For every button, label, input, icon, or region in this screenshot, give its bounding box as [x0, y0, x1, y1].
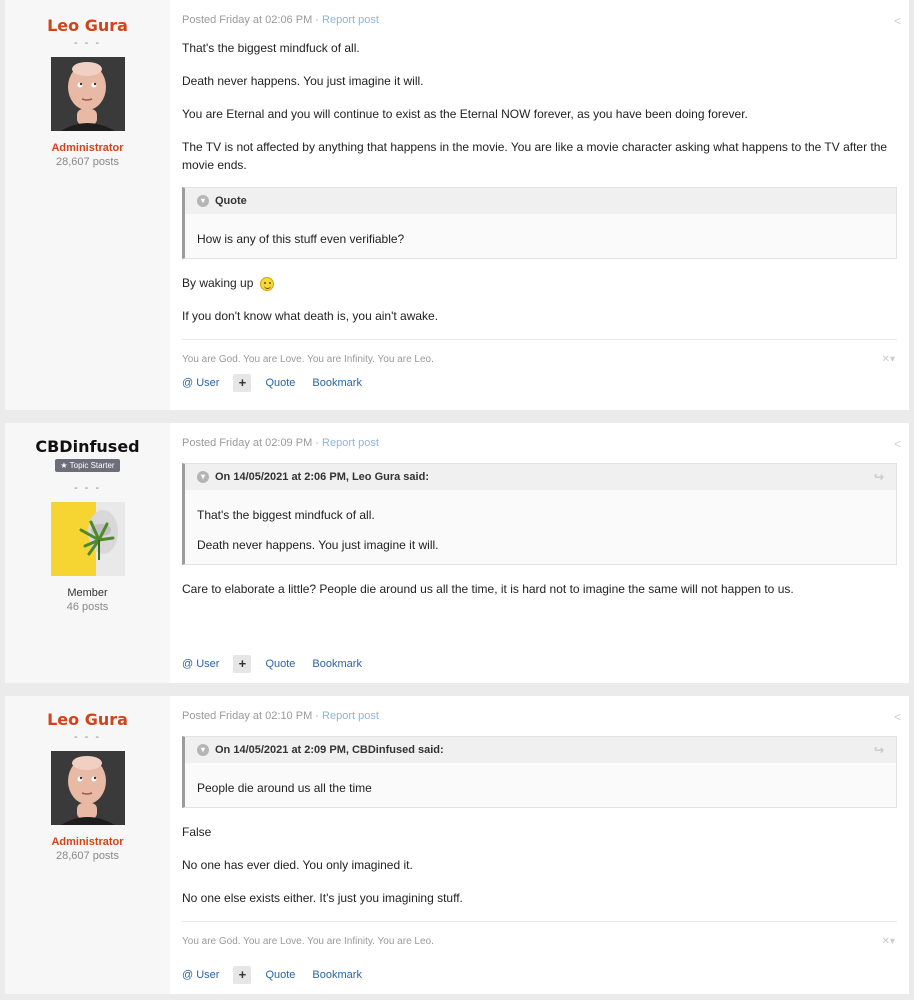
post-body: Posted Friday at 02:06 PM · Report post …: [170, 0, 909, 410]
quote-paragraph: People die around us all the time: [197, 781, 372, 795]
post-paragraph: If you don't know what death is, you ain…: [182, 309, 439, 323]
meta-separator: ·: [312, 437, 323, 449]
share-icon[interactable]: <: [894, 14, 901, 28]
post-meta: Posted Friday at 02:06 PM · Report post: [182, 14, 897, 26]
post-count: 46 posts: [66, 601, 109, 613]
quote-citation: On 14/05/2021 at 2:09 PM, CBDinfused sai…: [215, 744, 444, 756]
avatar[interactable]: [50, 751, 125, 825]
post-paragraph: Death never happens. You just imagine it…: [182, 74, 424, 88]
member-group: Member: [67, 587, 108, 599]
post-date[interactable]: Posted Friday at 02:06 PM: [182, 14, 312, 26]
author-name[interactable]: CBDinfused: [5, 437, 170, 456]
post-date[interactable]: Posted Friday at 02:09 PM: [182, 437, 312, 449]
quote-header[interactable]: ▾ On 14/05/2021 at 2:09 PM, CBDinfused s…: [185, 737, 896, 763]
post-paragraph: The TV is not affected by anything that …: [182, 140, 888, 172]
share-icon[interactable]: <: [894, 437, 901, 451]
post-date[interactable]: Posted Friday at 02:10 PM: [182, 710, 312, 722]
author-panel: CBDinfused ★ Topic Starter - - - Member …: [5, 423, 170, 683]
signature-text: You are God. You are Love. You are Infin…: [182, 936, 434, 947]
mention-user-button[interactable]: @ User: [182, 658, 219, 670]
quote-content: How is any of this stuff even verifiable…: [185, 214, 896, 258]
quote-button[interactable]: Quote: [265, 377, 295, 389]
topic-starter-badge: ★ Topic Starter: [55, 459, 120, 472]
bookmark-button[interactable]: Bookmark: [312, 377, 362, 389]
smiley-emoji-icon: [259, 276, 274, 291]
quote-citation: Quote: [215, 195, 247, 207]
reply-arrow-icon[interactable]: ↪: [874, 470, 884, 484]
multiquote-button[interactable]: +: [233, 966, 252, 984]
post-paragraph: False: [182, 825, 212, 839]
quote-content: That's the biggest mindfuck of all. Deat…: [185, 490, 896, 564]
signature: You are God. You are Love. You are Infin…: [182, 339, 897, 365]
post-actions: @ User + Quote Bookmark: [182, 655, 379, 673]
quote-button[interactable]: Quote: [265, 969, 295, 981]
post-paragraph: You are Eternal and you will continue to…: [182, 107, 748, 121]
mention-user-button[interactable]: @ User: [182, 969, 219, 981]
avatar[interactable]: [50, 502, 125, 576]
member-title: - - -: [73, 482, 102, 494]
quote-block: ▾ Quote How is any of this stuff even ve…: [182, 187, 897, 259]
quote-button[interactable]: Quote: [265, 658, 295, 670]
report-post-link[interactable]: Report post: [322, 14, 379, 26]
post-2: CBDinfused ★ Topic Starter - - - Member …: [5, 423, 909, 683]
post-paragraph: No one else exists either. It's just you…: [182, 891, 463, 905]
author-name[interactable]: Leo Gura: [5, 710, 170, 729]
meta-separator: ·: [312, 710, 323, 722]
post-body: Posted Friday at 02:10 PM · Report post …: [170, 696, 909, 994]
quote-block: ▾ On 14/05/2021 at 2:06 PM, Leo Gura sai…: [182, 463, 897, 565]
post-paragraph: Care to elaborate a little? People die a…: [182, 582, 794, 596]
post-actions: @ User + Quote Bookmark: [182, 966, 379, 984]
close-icon[interactable]: ✕▾: [882, 354, 895, 365]
post-3: Leo Gura - - - Administrator 28,607 post…: [5, 696, 909, 994]
report-post-link[interactable]: Report post: [322, 437, 379, 449]
chevron-down-icon[interactable]: ▾: [197, 195, 209, 207]
author-name[interactable]: Leo Gura: [5, 16, 170, 35]
quote-content: People die around us all the time: [185, 763, 896, 807]
bookmark-button[interactable]: Bookmark: [312, 969, 362, 981]
post-meta: Posted Friday at 02:10 PM · Report post: [182, 710, 897, 722]
author-panel: Leo Gura - - - Administrator 28,607 post…: [5, 696, 170, 994]
quote-paragraph: How is any of this stuff even verifiable…: [197, 232, 405, 246]
meta-separator: ·: [312, 14, 323, 26]
reply-arrow-icon[interactable]: ↪: [874, 743, 884, 757]
post-1: Leo Gura - - - Administrator 28,607 post…: [5, 0, 909, 410]
close-icon[interactable]: ✕▾: [882, 936, 895, 947]
member-title: - - -: [73, 37, 102, 49]
multiquote-button[interactable]: +: [233, 374, 252, 392]
post-text: By waking up: [182, 276, 254, 290]
signature-text: You are God. You are Love. You are Infin…: [182, 354, 434, 365]
member-group: Administrator: [51, 836, 124, 848]
chevron-down-icon[interactable]: ▾: [197, 471, 209, 483]
post-meta: Posted Friday at 02:09 PM · Report post: [182, 437, 897, 449]
post-actions: @ User + Quote Bookmark: [182, 374, 379, 392]
post-count: 28,607 posts: [56, 850, 119, 862]
post-paragraph: That's the biggest mindfuck of all.: [182, 41, 360, 55]
mention-user-button[interactable]: @ User: [182, 377, 219, 389]
chevron-down-icon[interactable]: ▾: [197, 744, 209, 756]
post-paragraph: No one has ever died. You only imagined …: [182, 858, 413, 872]
quote-paragraph: That's the biggest mindfuck of all.: [197, 508, 375, 522]
post-count: 28,607 posts: [56, 156, 119, 168]
signature: You are God. You are Love. You are Infin…: [182, 921, 897, 947]
post-paragraph: By waking up: [182, 274, 897, 292]
share-icon[interactable]: <: [894, 710, 901, 724]
quote-block: ▾ On 14/05/2021 at 2:09 PM, CBDinfused s…: [182, 736, 897, 808]
quote-citation: On 14/05/2021 at 2:06 PM, Leo Gura said:: [215, 471, 429, 483]
post-body: Posted Friday at 02:09 PM · Report post …: [170, 423, 909, 683]
quote-paragraph: Death never happens. You just imagine it…: [197, 538, 439, 552]
quote-header[interactable]: ▾ Quote: [185, 188, 896, 214]
author-panel: Leo Gura - - - Administrator 28,607 post…: [5, 0, 170, 410]
report-post-link[interactable]: Report post: [322, 710, 379, 722]
member-title: - - -: [73, 731, 102, 743]
quote-header[interactable]: ▾ On 14/05/2021 at 2:06 PM, Leo Gura sai…: [185, 464, 896, 490]
member-group: Administrator: [51, 142, 124, 154]
avatar[interactable]: [50, 57, 125, 131]
multiquote-button[interactable]: +: [233, 655, 252, 673]
bookmark-button[interactable]: Bookmark: [312, 658, 362, 670]
